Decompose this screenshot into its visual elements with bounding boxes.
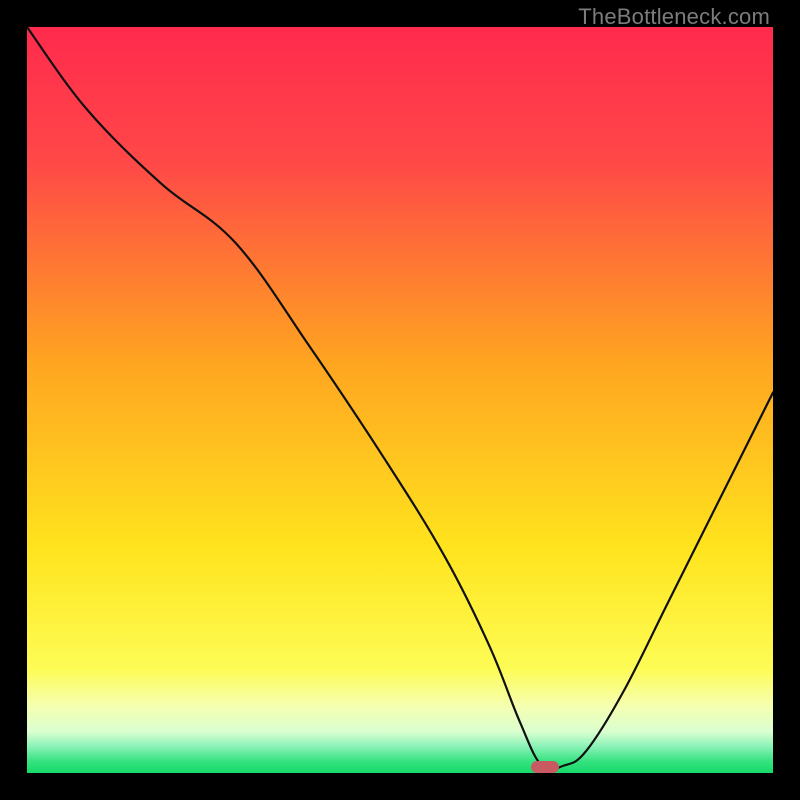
- watermark-text: TheBottleneck.com: [578, 4, 770, 30]
- chart-frame: TheBottleneck.com: [0, 0, 800, 800]
- plot-area: [27, 27, 773, 773]
- bottleneck-curve: [27, 27, 773, 773]
- optimal-marker: [531, 761, 559, 773]
